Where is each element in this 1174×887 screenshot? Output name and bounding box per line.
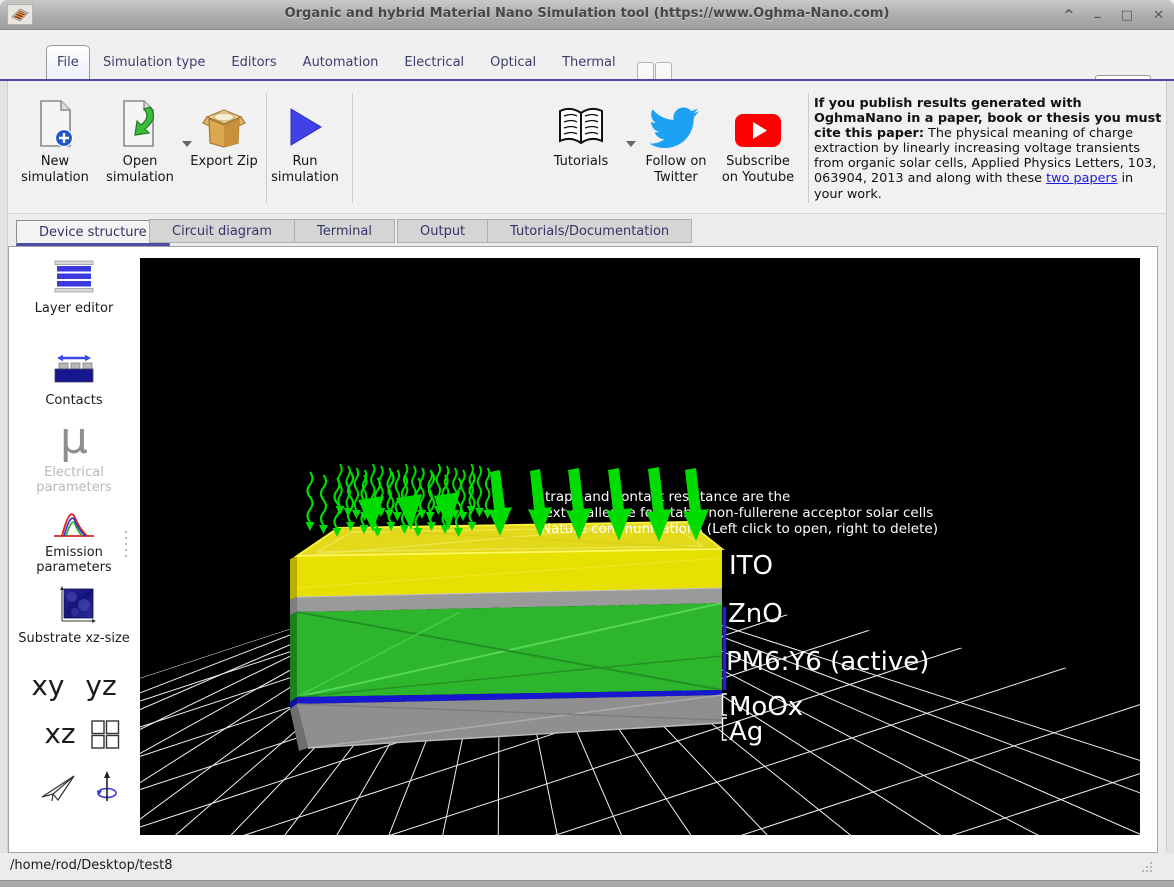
device-3d-scene: ITO ZnO PM6:Y6 (active) MoOx Ag traps an… — [140, 258, 1140, 835]
fly-through-button[interactable] — [39, 769, 77, 805]
menubar: File Simulation type Editors Automation … — [0, 30, 1174, 79]
twitter-label: Follow on Twitter — [645, 154, 706, 185]
menu-tab-automation[interactable]: Automation — [290, 55, 392, 70]
substrate-icon — [9, 585, 139, 627]
toolbar-separator — [352, 93, 353, 203]
youtube-label: Subscribe on Youtube — [722, 154, 794, 185]
electrical-parameters-button: μ Electrical parameters — [9, 417, 139, 496]
youtube-icon — [716, 95, 800, 149]
device-stack[interactable] — [290, 522, 725, 751]
tab-circuit-diagram[interactable]: Circuit diagram — [149, 219, 295, 243]
menu-tab-simulation-type[interactable]: Simulation type — [90, 55, 218, 70]
menu-tabs: Simulation type Editors Automation Elect… — [90, 45, 638, 79]
export-zip-button[interactable]: Export Zip — [187, 95, 261, 170]
tutorials-label: Tutorials — [554, 154, 609, 169]
run-simulation-button[interactable]: Run simulation — [262, 95, 348, 187]
tab-terminal[interactable]: Terminal — [294, 219, 395, 243]
label-active[interactable]: PM6:Y6 (active) — [726, 647, 929, 677]
grid-icon — [90, 718, 120, 750]
view-tab-bar: Device structure Circuit diagram Termina… — [0, 214, 1174, 246]
menu-tab-electrical[interactable]: Electrical — [391, 55, 477, 70]
camera-view-row-2: xz — [25, 717, 139, 750]
layer-labels: ITO ZnO PM6:Y6 (active) MoOx Ag — [723, 551, 930, 747]
new-simulation-label: New simulation — [21, 154, 89, 185]
rotate-view-button[interactable] — [95, 769, 119, 805]
electrical-parameters-label: Electrical parameters — [36, 465, 111, 495]
window-bottom-edge — [0, 880, 1174, 887]
tab-device-structure[interactable]: Device structure — [16, 220, 170, 246]
menu-tab-optical[interactable]: Optical — [477, 55, 549, 70]
titlebar: Organic and hybrid Material Nano Simulat… — [0, 0, 1174, 30]
layer-editor-label: Layer editor — [35, 301, 114, 316]
emission-spectrum-icon — [9, 503, 139, 541]
tab-tutorials-documentation[interactable]: Tutorials/Documentation — [487, 219, 692, 243]
new-simulation-button[interactable]: New simulation — [12, 95, 98, 187]
export-zip-label: Export Zip — [190, 154, 257, 169]
shade-button[interactable]: ^ — [1063, 9, 1074, 22]
tooltip-line-2: next challenge for stable non-fullerene … — [536, 505, 933, 521]
view-xy-button[interactable]: xy — [31, 669, 64, 702]
ribbon-toolbar: New simulation Open simulation — [0, 81, 1174, 214]
paper-plane-icon — [39, 769, 77, 805]
emission-parameters-button[interactable]: Emission parameters — [9, 503, 139, 576]
contacts-icon — [9, 351, 139, 389]
minimize-button[interactable]: _ — [1094, 5, 1101, 18]
new-document-icon — [12, 95, 98, 149]
mu-icon: μ — [60, 417, 88, 461]
label-zno[interactable]: ZnO — [728, 599, 783, 629]
window-controls: ^ _ □ ✕ — [1063, 0, 1164, 30]
grid-toggle-button[interactable] — [90, 718, 120, 750]
device-structure-panel: Layer editor Contacts μ Electrical param… — [8, 246, 1158, 853]
ag-bracket — [723, 718, 728, 740]
zno-left-face — [290, 597, 297, 615]
layer-editor-button[interactable]: Layer editor — [9, 259, 139, 316]
contacts-label: Contacts — [45, 393, 102, 408]
close-button[interactable]: ✕ — [1153, 9, 1164, 22]
window-left-edge — [0, 81, 8, 880]
scene-tools-row — [19, 769, 139, 805]
citation-text: If you publish results generated with Og… — [814, 96, 1162, 202]
menu-tab-editors[interactable]: Editors — [218, 55, 289, 70]
menu-tab-file[interactable]: File — [46, 45, 90, 79]
tutorials-button[interactable]: Tutorials — [538, 95, 624, 170]
sidebar-drag-handle[interactable] — [125, 531, 127, 557]
package-box-icon — [187, 95, 261, 149]
open-document-icon — [98, 95, 182, 149]
maximize-button[interactable]: □ — [1121, 9, 1133, 22]
emission-parameters-label: Emission parameters — [36, 545, 111, 575]
open-simulation-label: Open simulation — [106, 154, 174, 185]
tooltip-line-3: Nature communications (Left click to ope… — [541, 521, 938, 537]
youtube-button[interactable]: Subscribe on Youtube — [716, 95, 800, 187]
rotate-icon — [95, 769, 119, 805]
statusbar: /home/rod/Desktop/test8 — [0, 853, 1174, 880]
two-papers-link[interactable]: two papers — [1046, 171, 1117, 186]
view-yz-button[interactable]: yz — [85, 669, 116, 702]
current-path: /home/rod/Desktop/test8 — [10, 858, 173, 873]
play-icon — [262, 95, 348, 149]
book-icon — [538, 95, 624, 149]
layers-icon — [9, 259, 139, 297]
twitter-button[interactable]: Follow on Twitter — [634, 95, 718, 187]
label-ag[interactable]: Ag — [729, 717, 763, 747]
twitter-bird-icon — [634, 95, 718, 149]
contacts-button[interactable]: Contacts — [9, 351, 139, 408]
run-simulation-label: Run simulation — [271, 154, 339, 185]
ito-left-face — [290, 556, 297, 600]
3d-viewport[interactable]: ITO ZnO PM6:Y6 (active) MoOx Ag traps an… — [140, 258, 1140, 835]
app-window: Organic and hybrid Material Nano Simulat… — [0, 0, 1174, 887]
active-left-face — [290, 612, 297, 702]
menu-tab-thermal[interactable]: Thermal — [549, 55, 629, 70]
resize-grip-icon[interactable] — [1142, 862, 1154, 874]
substrate-xz-size-button[interactable]: Substrate xz-size — [9, 585, 139, 646]
scene-tooltip: traps and contact resistance are the nex… — [536, 489, 938, 537]
view-xz-button[interactable]: xz — [44, 717, 75, 750]
substrate-xz-size-label: Substrate xz-size — [18, 631, 130, 646]
open-simulation-button[interactable]: Open simulation — [98, 95, 182, 187]
camera-view-row: xy yz — [9, 669, 139, 702]
window-right-edge — [1166, 81, 1174, 880]
window-title: Organic and hybrid Material Nano Simulat… — [0, 6, 1174, 21]
toolbar-separator — [808, 93, 809, 203]
label-ito[interactable]: ITO — [729, 551, 773, 581]
tab-output[interactable]: Output — [397, 219, 488, 243]
